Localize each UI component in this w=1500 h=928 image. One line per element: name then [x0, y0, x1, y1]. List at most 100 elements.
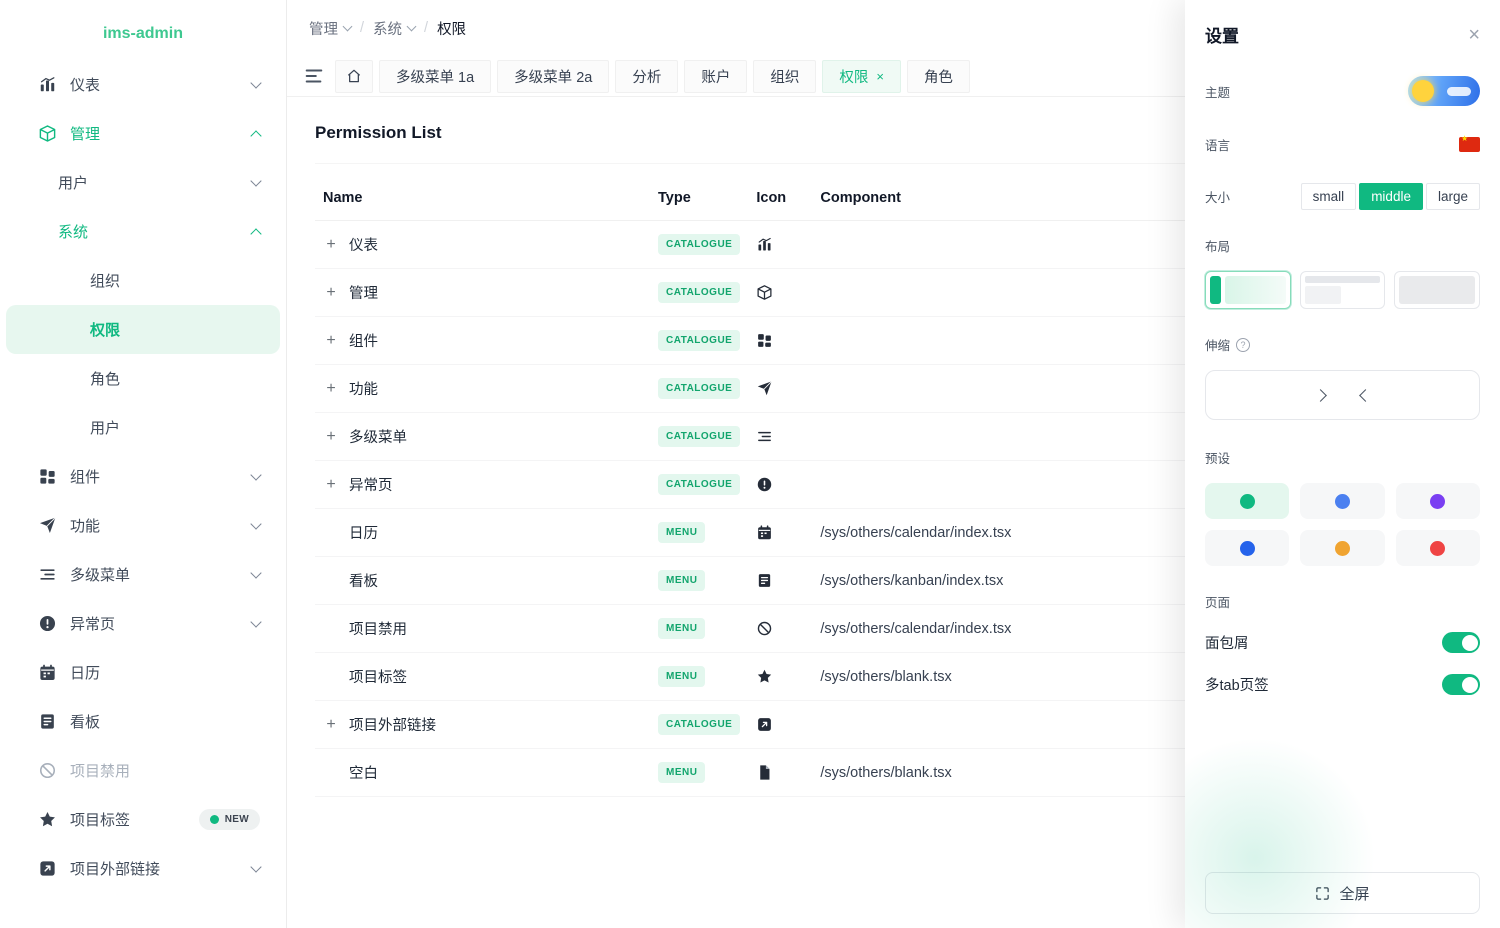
tab-account[interactable]: 账户: [684, 59, 748, 93]
sidebar-item-label: 多级菜单: [70, 567, 131, 584]
expand-icon[interactable]: +: [323, 284, 339, 301]
preset-royal-blue-button[interactable]: [1205, 530, 1290, 566]
sidebar-item-users-group[interactable]: 用户: [6, 158, 280, 207]
size-row: 大小 small middle large: [1205, 183, 1480, 210]
chart-icon: [38, 75, 57, 94]
sidebar-item-functions[interactable]: 功能: [6, 501, 280, 550]
sidebar-item-calendar[interactable]: 日历: [6, 648, 280, 697]
sidebar-item-management[interactable]: 管理: [6, 109, 280, 158]
layout-row: 布局: [1205, 236, 1480, 255]
help-icon[interactable]: ?: [1236, 337, 1251, 352]
row-name: 多级菜单: [349, 430, 407, 446]
stretch-row: 伸缩 ?: [1205, 335, 1480, 354]
sidebar-item-label: 系统: [58, 224, 89, 241]
tab-multilevel-menu-2a[interactable]: 多级菜单 2a: [497, 59, 610, 93]
type-badge: MENU: [658, 570, 706, 591]
sidebar-item-role[interactable]: 角色: [6, 354, 280, 403]
breadcrumb-toggle[interactable]: [1442, 632, 1480, 653]
row-name: 项目标签: [349, 670, 407, 686]
menu-lines-icon: [756, 428, 773, 445]
app-root: ims-admin 仪表 管理 用户 系统 组织 权限 角色 用户 组件 功能 …: [0, 0, 1500, 928]
tabs-menu-icon[interactable]: [303, 65, 325, 87]
chevron-down-icon: [250, 175, 262, 187]
chevron-down-icon: [250, 616, 262, 628]
color-dot: [1430, 540, 1446, 556]
sidebar-item-project-disabled[interactable]: 项目禁用: [6, 746, 280, 795]
tab-multilevel-menu-1a[interactable]: 多级菜单 1a: [379, 59, 492, 93]
expand-icon[interactable]: +: [323, 716, 339, 733]
expand-icon[interactable]: +: [323, 428, 339, 445]
breadcrumb-item-management[interactable]: 管理: [309, 18, 353, 39]
multitab-toggle[interactable]: [1442, 674, 1480, 695]
type-badge: CATALOGUE: [658, 426, 741, 447]
type-badge: MENU: [658, 762, 706, 783]
sidebar-item-project-tag[interactable]: 项目标签 NEW: [6, 795, 280, 844]
theme-toggle[interactable]: [1408, 76, 1480, 106]
external-link-icon: [756, 716, 773, 733]
tab-organization[interactable]: 组织: [753, 59, 817, 93]
layout-mini-option[interactable]: [1394, 271, 1481, 309]
sidebar-item-system[interactable]: 系统: [6, 207, 280, 256]
new-badge: NEW: [198, 809, 260, 830]
row-name: 看板: [349, 574, 378, 590]
breadcrumb-separator: /: [424, 20, 429, 36]
tab-label: 多级菜单 2a: [514, 69, 593, 86]
type-badge: MENU: [658, 666, 706, 687]
breadcrumb-item-system[interactable]: 系统: [373, 18, 417, 39]
close-icon[interactable]: ×: [876, 70, 884, 83]
chevron-down-icon: [342, 21, 353, 32]
page-section-row: 页面: [1205, 592, 1480, 611]
fullscreen-button[interactable]: 全屏: [1205, 872, 1480, 914]
preset-green-button[interactable]: [1205, 483, 1290, 519]
sidebar-item-label: 组件: [70, 469, 101, 486]
color-dot: [1334, 540, 1350, 556]
kanban-icon: [38, 712, 57, 731]
layout-vertical-option[interactable]: [1205, 271, 1291, 309]
breadcrumb-setting-label: 面包屑: [1205, 636, 1249, 652]
chevron-up-icon: [250, 129, 262, 142]
layout-sidebar-shape: [1210, 276, 1221, 304]
tab-analysis[interactable]: 分析: [615, 59, 679, 93]
sidebar-item-label: 日历: [70, 665, 101, 682]
expand-icon[interactable]: +: [323, 476, 339, 493]
breadcrumb-separator: /: [360, 20, 365, 36]
size-middle-button[interactable]: middle: [1359, 183, 1423, 210]
kanban-icon: [756, 572, 773, 589]
box-icon: [756, 284, 773, 301]
sidebar: ims-admin 仪表 管理 用户 系统 组织 权限 角色 用户 组件 功能 …: [0, 0, 287, 928]
expand-icon[interactable]: +: [323, 332, 339, 349]
size-small-button[interactable]: small: [1300, 183, 1357, 210]
page-section-label: 页面: [1205, 596, 1231, 610]
layout-horizontal-option[interactable]: [1299, 271, 1386, 309]
sidebar-item-label: 用户: [90, 420, 121, 437]
stretch-toggle[interactable]: [1205, 370, 1480, 420]
size-large-button[interactable]: large: [1425, 183, 1480, 210]
sidebar-item-dashboard[interactable]: 仪表: [6, 60, 280, 109]
preset-orange-button[interactable]: [1300, 530, 1385, 566]
preset-blue-button[interactable]: [1300, 483, 1385, 519]
tab-permission[interactable]: 权限 ×: [822, 59, 901, 93]
preset-purple-button[interactable]: [1395, 483, 1480, 519]
sidebar-item-organization[interactable]: 组织: [6, 256, 280, 305]
sidebar-item-permission[interactable]: 权限: [6, 305, 280, 354]
presets-label: 预设: [1205, 452, 1231, 466]
tab-role[interactable]: 角色: [906, 59, 970, 93]
preset-red-button[interactable]: [1395, 530, 1480, 566]
type-badge: CATALOGUE: [658, 474, 741, 495]
sidebar-item-project-external-link[interactable]: 项目外部链接: [6, 844, 280, 893]
sidebar-item-error-page[interactable]: 异常页: [6, 599, 280, 648]
preset-color-options: [1205, 483, 1480, 566]
expand-icon[interactable]: +: [323, 380, 339, 397]
layout-body-shape: [1399, 276, 1476, 304]
sidebar-item-user[interactable]: 用户: [6, 403, 280, 452]
expand-icon[interactable]: +: [323, 236, 339, 253]
china-flag-icon[interactable]: [1459, 134, 1480, 152]
size-label: 大小: [1205, 191, 1231, 205]
sidebar-item-components[interactable]: 组件: [6, 452, 280, 501]
sidebar-item-multilevel-menu[interactable]: 多级菜单: [6, 550, 280, 599]
close-icon[interactable]: ×: [1468, 25, 1480, 45]
row-name: 异常页: [349, 478, 393, 494]
tab-home[interactable]: [335, 59, 373, 93]
sidebar-item-label: 用户: [58, 175, 89, 192]
sidebar-item-kanban[interactable]: 看板: [6, 697, 280, 746]
